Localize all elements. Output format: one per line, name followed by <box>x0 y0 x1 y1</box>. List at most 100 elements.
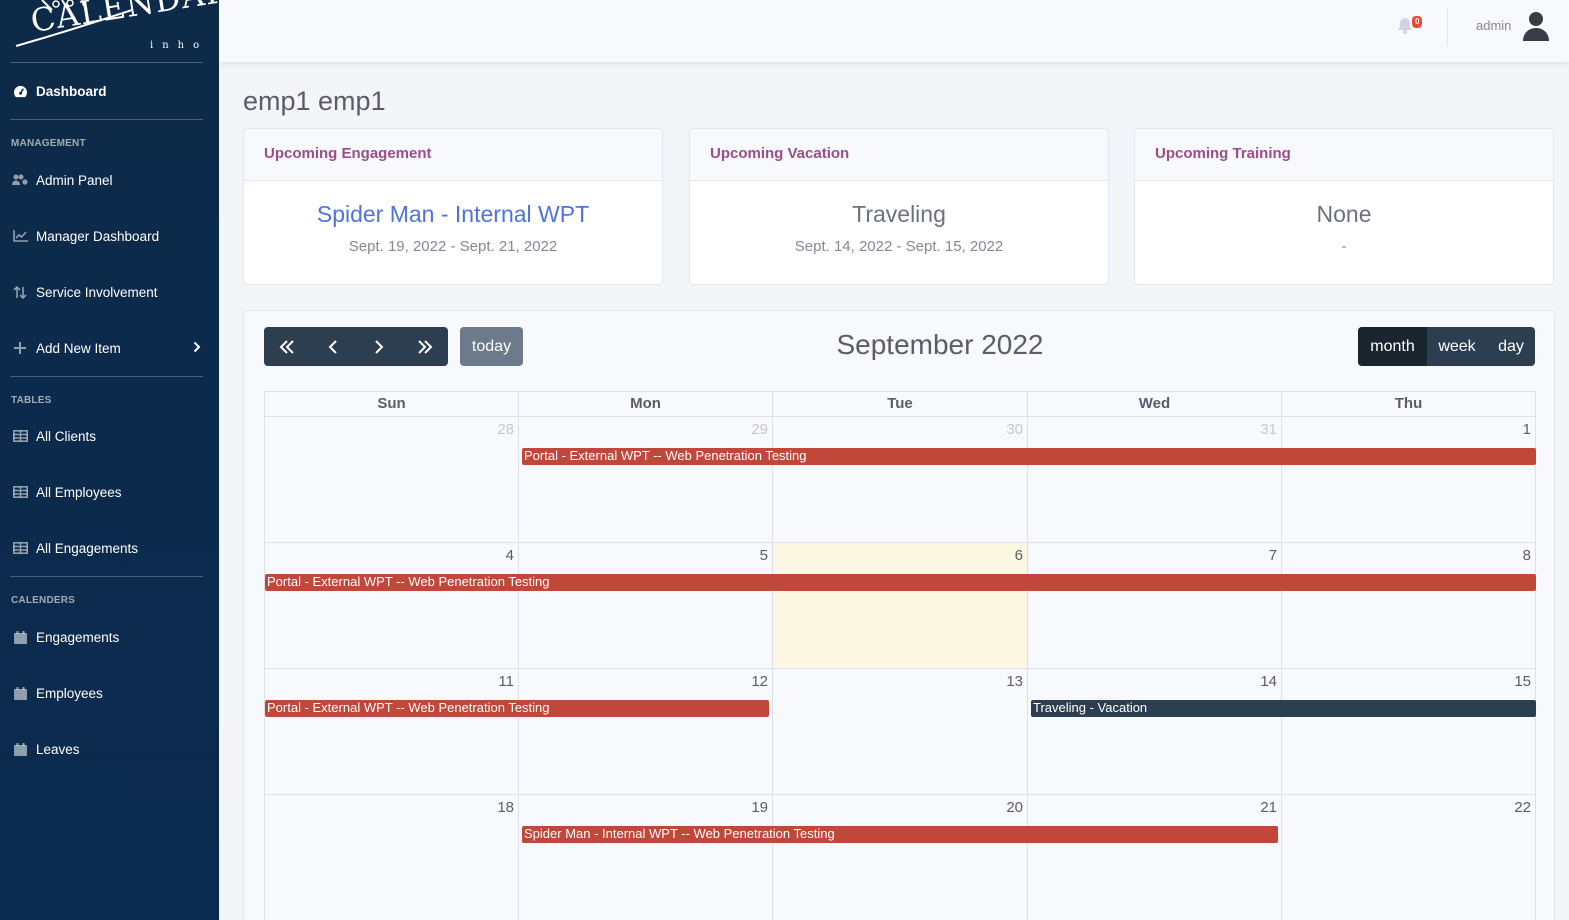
sidebar-item-engagements-calendar[interactable]: Engagements <box>0 617 219 657</box>
sidebar-item-manager-dashboard[interactable]: Manager Dashboard <box>0 216 219 256</box>
day-cell[interactable]: 12 <box>519 669 773 795</box>
day-cell[interactable]: 6 <box>773 543 1028 669</box>
day-number[interactable]: 8 <box>1523 547 1531 564</box>
day-number[interactable]: 28 <box>497 421 514 438</box>
day-number[interactable]: 12 <box>751 673 768 690</box>
sidebar-heading-management: MANAGEMENT <box>11 138 86 149</box>
next-year-button[interactable] <box>402 327 448 366</box>
day-number[interactable]: 13 <box>1006 673 1023 690</box>
sidebar-item-dashboard[interactable]: Dashboard <box>0 71 219 111</box>
day-cell[interactable]: 1 <box>1282 417 1536 543</box>
day-number[interactable]: 29 <box>751 421 768 438</box>
view-switcher: month week day <box>1358 327 1535 366</box>
day-number[interactable]: 18 <box>497 799 514 816</box>
day-number[interactable]: 5 <box>760 547 768 564</box>
day-cell[interactable]: 29 <box>519 417 773 543</box>
calendar-event[interactable]: Traveling - Vacation <box>1031 700 1536 717</box>
sidebar-divider <box>10 119 203 120</box>
day-number[interactable]: 20 <box>1006 799 1023 816</box>
weekday-header: Tue <box>773 392 1028 417</box>
upcoming-engagement-card: Upcoming Engagement Spider Man - Interna… <box>243 128 663 285</box>
day-cell[interactable]: 20 <box>773 795 1028 920</box>
sidebar-item-service-involvement[interactable]: Service Involvement <box>0 272 219 312</box>
page-title: emp1 emp1 <box>243 86 386 116</box>
day-cell[interactable]: 13 <box>773 669 1028 795</box>
topbar-divider <box>1447 8 1448 46</box>
day-number[interactable]: 19 <box>751 799 768 816</box>
user-name[interactable]: admin <box>1476 18 1511 33</box>
day-number[interactable]: 7 <box>1269 547 1277 564</box>
day-number[interactable]: 22 <box>1514 799 1531 816</box>
calendar-event[interactable]: Portal - External WPT -- Web Penetration… <box>265 700 769 717</box>
sidebar-heading-calenders: CALENDERS <box>11 595 76 606</box>
day-cell[interactable]: 31 <box>1028 417 1282 543</box>
view-month-button[interactable]: month <box>1358 327 1427 366</box>
day-cell[interactable]: 8 <box>1282 543 1536 669</box>
weekday-header: Mon <box>519 392 773 417</box>
day-cell[interactable]: 4 <box>265 543 519 669</box>
day-cell[interactable]: 14 <box>1028 669 1282 795</box>
sidebar-item-all-clients[interactable]: All Clients <box>0 416 219 456</box>
day-cell[interactable]: 30 <box>773 417 1028 543</box>
sidebar-item-leaves-calendar[interactable]: Leaves <box>0 729 219 769</box>
sidebar-item-admin-panel[interactable]: Admin Panel <box>0 160 219 200</box>
sidebar-item-all-engagements[interactable]: All Engagements <box>0 528 219 568</box>
calendar-event[interactable]: Spider Man - Internal WPT -- Web Penetra… <box>522 826 1278 843</box>
day-cell[interactable]: 11 <box>265 669 519 795</box>
sidebar-item-label: All Employees <box>36 484 122 500</box>
day-cell[interactable]: 18 <box>265 795 519 920</box>
prev-year-button[interactable] <box>264 327 310 366</box>
day-number[interactable]: 15 <box>1514 673 1531 690</box>
calendar-event[interactable]: Portal - External WPT -- Web Penetration… <box>522 448 1536 465</box>
sidebar-divider <box>10 576 203 577</box>
sidebar-divider <box>10 62 203 63</box>
sidebar: CALENDAR inho Dashboard MANAGEMENT Admin… <box>0 0 233 920</box>
sidebar-item-all-employees[interactable]: All Employees <box>0 472 219 512</box>
card-dates: Sept. 14, 2022 - Sept. 15, 2022 <box>794 238 1004 255</box>
sidebar-item-label: Employees <box>36 685 103 701</box>
day-cell[interactable]: 7 <box>1028 543 1282 669</box>
brand-logo[interactable]: CALENDAR inho <box>12 0 233 60</box>
day-cell[interactable]: 15 <box>1282 669 1536 795</box>
day-cell[interactable]: 19 <box>519 795 773 920</box>
chevron-left-icon <box>328 339 337 354</box>
next-month-button[interactable] <box>356 327 402 366</box>
card-title-link[interactable]: Spider Man - Internal WPT <box>244 201 662 228</box>
today-button[interactable]: today <box>460 327 523 366</box>
day-number[interactable]: 4 <box>506 547 514 564</box>
card-header: Upcoming Training <box>1135 129 1553 181</box>
sidebar-item-label: Leaves <box>36 741 80 757</box>
upcoming-training-card: Upcoming Training None - <box>1134 128 1554 285</box>
day-number[interactable]: 14 <box>1260 673 1277 690</box>
day-number[interactable]: 11 <box>498 673 514 690</box>
day-number[interactable]: 21 <box>1260 799 1277 816</box>
day-number[interactable]: 30 <box>1006 421 1023 438</box>
day-number[interactable]: 1 <box>1523 421 1531 438</box>
prev-month-button[interactable] <box>310 327 356 366</box>
user-avatar-icon[interactable] <box>1522 11 1550 41</box>
sidebar-item-employees-calendar[interactable]: Employees <box>0 673 219 713</box>
brand-sub: inho <box>150 40 209 51</box>
table-icon <box>12 485 28 499</box>
calendar-icon <box>12 630 28 644</box>
sidebar-item-add-new-item[interactable]: Add New Item <box>0 328 219 368</box>
view-week-button[interactable]: week <box>1427 327 1487 366</box>
chevron-right-icon <box>193 341 201 356</box>
day-number[interactable]: 31 <box>1260 421 1277 438</box>
sidebar-item-label: All Clients <box>36 428 97 444</box>
chevron-right-icon <box>375 339 384 354</box>
view-day-button[interactable]: day <box>1487 327 1535 366</box>
card-dates: Sept. 19, 2022 - Sept. 21, 2022 <box>348 238 558 255</box>
day-cell[interactable]: 21 <box>1028 795 1282 920</box>
day-cell[interactable]: 5 <box>519 543 773 669</box>
users-cog-icon <box>12 173 28 187</box>
calendar-event[interactable]: Portal - External WPT -- Web Penetration… <box>265 574 1536 591</box>
sort-icon <box>12 285 28 299</box>
day-cell[interactable]: 28 <box>265 417 519 543</box>
topbar: 0 admin <box>219 0 1569 62</box>
weekday-header: Wed <box>1028 392 1282 417</box>
sidebar-heading-tables: TABLES <box>11 395 52 406</box>
day-cell[interactable]: 22 <box>1282 795 1536 920</box>
day-number[interactable]: 6 <box>1015 547 1023 564</box>
sidebar-item-label: Add New Item <box>36 340 121 356</box>
